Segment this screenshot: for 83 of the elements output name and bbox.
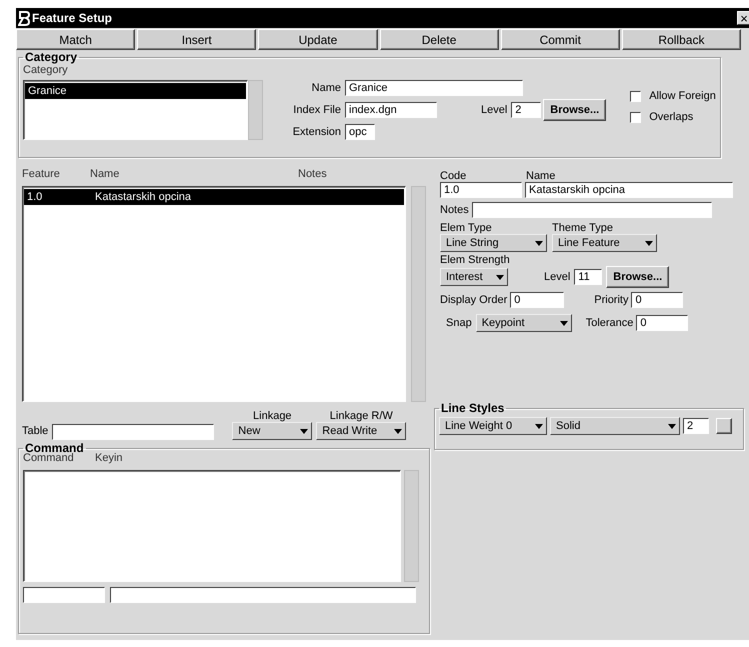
scrollbar[interactable] (411, 186, 426, 402)
input-field[interactable]: 2 (511, 102, 542, 118)
table-cell-text: 1.0 (27, 190, 44, 205)
caret-icon (560, 320, 568, 326)
field-label: Name (310, 82, 341, 94)
column-header[interactable]: Name (90, 168, 298, 180)
field-label: Name (526, 170, 556, 182)
group-title: Line Styles (440, 402, 506, 415)
caret-icon (496, 274, 504, 280)
field-label: Table (22, 425, 48, 437)
browse-button[interactable]: Browse... (543, 99, 606, 121)
field-label: Linkage R/W (330, 410, 393, 422)
toolbar-button[interactable]: Delete (380, 29, 499, 50)
dropdown[interactable]: Line Weight 0 (439, 417, 547, 435)
checkbox[interactable] (630, 90, 642, 102)
toolbar-button[interactable]: Commit (500, 29, 620, 50)
field-label: Priority (594, 294, 628, 306)
window-title: Feature Setup (32, 11, 112, 25)
group-title: Category (24, 51, 78, 64)
column-header[interactable]: Keyin (95, 452, 123, 464)
field-label: Level (544, 271, 570, 283)
close-button[interactable]: × (737, 11, 749, 25)
field-label: Index File (292, 104, 341, 116)
input-field[interactable] (110, 587, 416, 603)
input-field[interactable]: 0 (636, 315, 688, 331)
field-label: Code (440, 170, 468, 182)
input-field[interactable]: 11 (574, 269, 602, 285)
input-field[interactable] (472, 202, 712, 218)
toolbar-button[interactable]: Update (258, 29, 378, 50)
caret-icon (394, 428, 402, 434)
field-label: Overlaps (649, 111, 694, 123)
dropdown[interactable]: Interest (440, 268, 508, 286)
dropdown[interactable]: New (232, 422, 312, 440)
dropdown[interactable]: Line Feature (552, 234, 657, 252)
input-field[interactable] (52, 424, 214, 440)
input-field[interactable] (23, 587, 105, 603)
list-box[interactable] (23, 470, 401, 582)
table-cell-text: Katastarskih opcina (95, 190, 191, 205)
field-label: Linkage (253, 410, 292, 422)
color-button[interactable] (716, 418, 732, 434)
input-field[interactable]: 1.0 (440, 182, 522, 198)
input-field[interactable]: Granice (345, 80, 523, 96)
scrollbar[interactable] (248, 80, 263, 140)
list-row[interactable]: 1.0 Katastarskih opcina (24, 189, 404, 205)
input-field[interactable]: 0 (631, 292, 684, 308)
dropdown[interactable]: Keypoint (476, 314, 572, 332)
input-field[interactable]: 0 (510, 292, 564, 308)
input-field[interactable]: 2 (683, 418, 709, 434)
list-box[interactable]: 1.0 Katastarskih opcina (22, 186, 406, 402)
column-header[interactable]: Notes (298, 168, 327, 180)
scrollbar[interactable] (404, 470, 419, 582)
app-icon (18, 10, 30, 26)
field-label: Display Order (440, 294, 508, 306)
caret-icon (535, 240, 543, 246)
toolbar-button[interactable]: Rollback (622, 29, 742, 50)
input-field[interactable]: opc (345, 124, 375, 140)
field-label: Allow Foreign (649, 90, 716, 102)
list-item[interactable]: Granice (25, 83, 246, 99)
list-box[interactable]: Granice (23, 80, 248, 140)
field-label: Elem Type (440, 222, 493, 234)
column-header[interactable]: Feature (22, 168, 90, 180)
field-label: Theme Type (552, 222, 613, 234)
browse-button[interactable]: Browse... (606, 266, 670, 288)
field-label: Snap (446, 317, 472, 329)
dropdown[interactable]: Read Write (316, 422, 406, 440)
dropdown[interactable]: Line String (440, 234, 547, 252)
dropdown[interactable]: Solid (550, 417, 680, 435)
field-label: Category (23, 64, 69, 76)
toolbar-button[interactable]: Match (16, 29, 136, 50)
checkbox[interactable] (630, 112, 642, 122)
column-header[interactable]: Command (23, 452, 95, 464)
field-label: Elem Strength (440, 254, 510, 266)
field-label: Tolerance (586, 317, 634, 329)
caret-icon (300, 428, 308, 434)
caret-icon (535, 424, 543, 428)
toolbar-button[interactable]: Insert (137, 29, 256, 50)
caret-icon (668, 424, 676, 428)
input-field[interactable]: Katastarskih opcina (525, 182, 733, 198)
field-label: Notes (440, 204, 469, 216)
field-label: Level (481, 104, 508, 116)
caret-icon (645, 240, 653, 246)
field-label: Extension (292, 126, 341, 138)
input-field[interactable]: index.dgn (345, 102, 437, 118)
